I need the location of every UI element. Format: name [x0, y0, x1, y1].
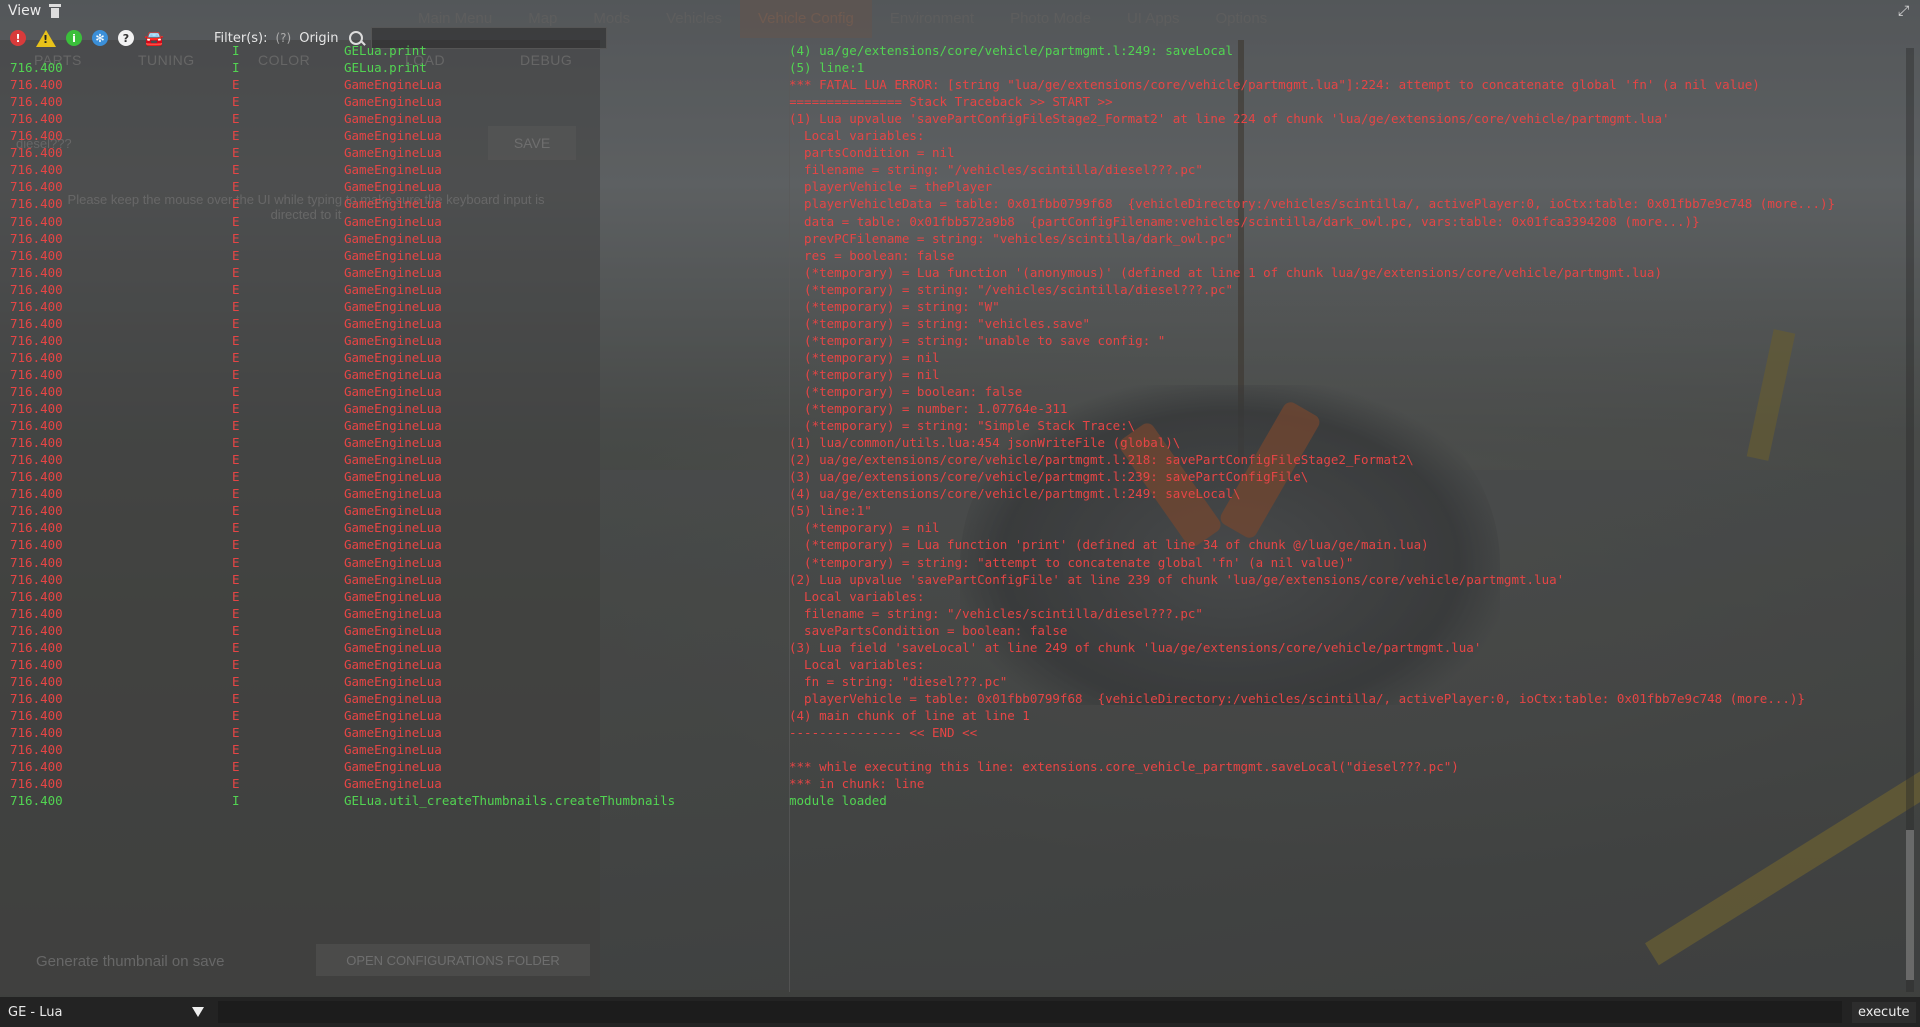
execute-button[interactable]: execute [1852, 1001, 1916, 1023]
log-scrollbar-thumb[interactable] [1906, 830, 1914, 980]
command-input[interactable] [218, 1001, 1842, 1023]
console-menubar: View [0, 0, 1920, 22]
log-origin: GELua.util_createThumbnails.createThumbn… [344, 793, 676, 809]
app-window: Main Menu Map Mods Vehicles Vehicle Conf… [0, 0, 1920, 1027]
command-bar: GE - Lua execute [0, 997, 1920, 1027]
log-level: I [232, 793, 240, 809]
maximize-icon[interactable]: ⤢ [1898, 4, 1912, 18]
chevron-down-icon[interactable] [192, 1007, 204, 1017]
log-row[interactable]: 716.400 I GELua.util_createThumbnails.crea… [6, 790, 1911, 811]
trash-icon[interactable] [49, 4, 62, 18]
log-time: 716.400 [10, 793, 63, 809]
console-log[interactable]: I GELua.print (4) ua/ge/extensions/core/ve… [6, 43, 1911, 992]
log-message: module loaded [789, 793, 887, 809]
view-menu[interactable]: View [0, 3, 41, 19]
column-divider [789, 48, 790, 992]
context-selector[interactable]: GE - Lua [8, 1005, 188, 1020]
